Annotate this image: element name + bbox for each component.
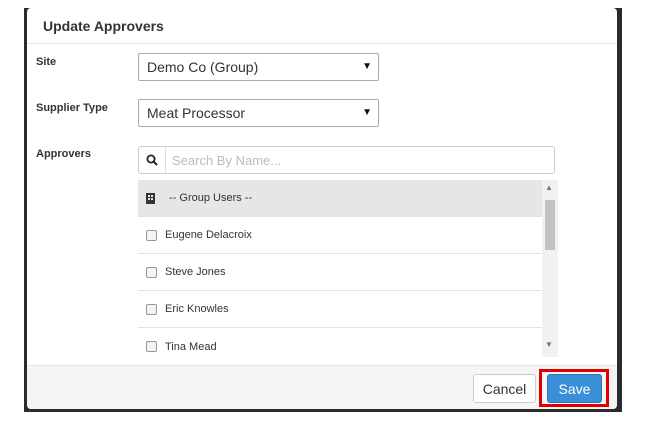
- search-icon: [139, 147, 166, 173]
- approver-name: Steve Jones: [165, 266, 226, 278]
- list-item[interactable]: Eric Knowles: [138, 291, 558, 328]
- approver-list: -- Group Users -- Eugene Delacroix Steve…: [138, 180, 558, 357]
- approvers-row: Approvers Search By Name... -- Group Use…: [27, 136, 617, 365]
- approver-name: Tina Mead: [165, 340, 217, 353]
- site-select[interactable]: Demo Co (Group) ▼: [138, 53, 379, 81]
- approver-name: Eugene Delacroix: [165, 229, 252, 241]
- modal-title: Update Approvers: [43, 17, 164, 34]
- scroll-down-icon[interactable]: ▼: [545, 340, 553, 349]
- building-icon: [146, 192, 155, 204]
- group-header: -- Group Users --: [138, 180, 558, 217]
- supplier-type-select[interactable]: Meat Processor ▼: [138, 99, 379, 127]
- scroll-thumb[interactable]: [545, 200, 555, 250]
- approver-checkbox[interactable]: [146, 303, 157, 315]
- approver-search-input[interactable]: Search By Name...: [138, 146, 555, 174]
- site-row: Site Demo Co (Group) ▼: [27, 44, 617, 91]
- list-item[interactable]: Steve Jones: [138, 254, 558, 291]
- update-approvers-modal: Update Approvers Site Demo Co (Group) ▼ …: [27, 8, 617, 409]
- site-select-value: Demo Co (Group): [147, 59, 259, 75]
- cancel-button[interactable]: Cancel: [473, 374, 536, 403]
- approver-name: Eric Knowles: [165, 303, 229, 315]
- scroll-up-icon[interactable]: ▲: [545, 183, 553, 192]
- save-button[interactable]: Save: [547, 374, 602, 403]
- supplier-type-label: Supplier Type: [36, 102, 108, 114]
- chevron-down-icon: ▼: [362, 61, 372, 72]
- list-item[interactable]: Tina Mead: [138, 328, 558, 357]
- approvers-label: Approvers: [36, 148, 92, 160]
- list-scrollbar[interactable]: ▲ ▼: [542, 180, 558, 357]
- modal-footer: Cancel Save: [27, 365, 617, 409]
- approver-checkbox[interactable]: [146, 341, 157, 352]
- list-item[interactable]: Eugene Delacroix: [138, 217, 558, 254]
- supplier-type-row: Supplier Type Meat Processor ▼: [27, 90, 617, 137]
- supplier-type-select-value: Meat Processor: [147, 105, 246, 121]
- approver-checkbox[interactable]: [146, 266, 157, 278]
- search-placeholder: Search By Name...: [172, 152, 282, 168]
- chevron-down-icon: ▼: [362, 107, 372, 118]
- group-label: -- Group Users --: [169, 192, 253, 204]
- approver-checkbox[interactable]: [146, 229, 157, 241]
- site-label: Site: [36, 56, 57, 68]
- modal-header: Update Approvers: [27, 8, 617, 44]
